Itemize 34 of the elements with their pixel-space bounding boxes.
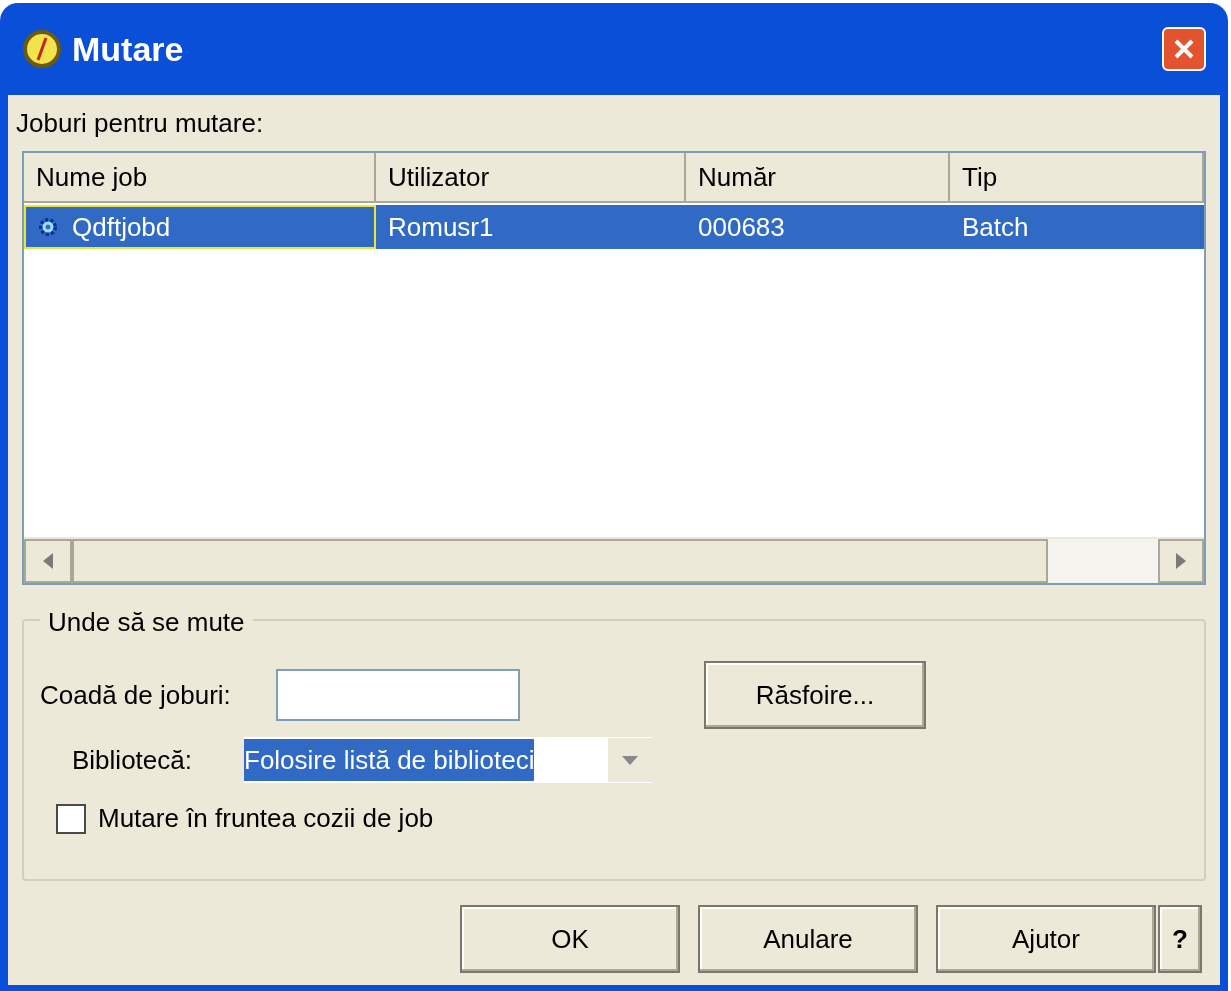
list-label: Joburi pentru mutare: xyxy=(16,107,265,140)
table-row[interactable]: Qdftjobd Romusr1 000683 Batch xyxy=(24,205,1204,249)
table-cell-text: Batch xyxy=(962,210,1029,244)
table-cell-text: Romusr1 xyxy=(388,210,494,244)
app-icon xyxy=(22,29,62,69)
column-header[interactable]: Utilizator xyxy=(376,153,686,203)
dialog-button[interactable]: OK xyxy=(460,905,680,973)
caret-icon xyxy=(622,755,638,765)
dropdown-button[interactable] xyxy=(608,738,652,782)
field-label: Bibliotecă: xyxy=(71,743,193,777)
scroll-right-button[interactable] xyxy=(1158,539,1204,583)
close-button[interactable] xyxy=(1162,27,1206,71)
right-arrow-icon xyxy=(1176,553,1186,569)
library-dropdown[interactable]: Folosire listă de biblioteci xyxy=(242,735,654,785)
browse-button[interactable]: Răsfoire... xyxy=(704,661,926,729)
window-title: Mutare xyxy=(72,28,184,70)
table-cell-text: 000683 xyxy=(698,210,785,244)
dialog-button[interactable]: Ajutor xyxy=(936,905,1156,973)
gear-icon xyxy=(38,217,58,237)
scroll-left-button[interactable] xyxy=(24,539,72,583)
horizontal-scrollbar[interactable] xyxy=(24,537,1204,583)
checkbox[interactable] xyxy=(56,803,86,834)
field-label: Coadă de joburi: xyxy=(40,678,232,712)
help-button[interactable]: ? xyxy=(1158,905,1202,973)
checkbox-label: Mutare în fruntea cozii de job xyxy=(98,802,434,835)
dialog-button[interactable]: Anulare xyxy=(698,905,918,973)
table-cell-text: Qdftjobd xyxy=(72,210,171,244)
left-arrow-icon xyxy=(43,553,53,569)
queue-field[interactable] xyxy=(276,669,520,721)
scrollbar-thumb[interactable] xyxy=(72,539,1048,583)
close-icon xyxy=(1172,37,1196,61)
column-header[interactable]: Nume job xyxy=(24,153,376,203)
column-header[interactable]: Număr xyxy=(686,153,950,203)
column-header[interactable]: Tip xyxy=(950,153,1204,203)
